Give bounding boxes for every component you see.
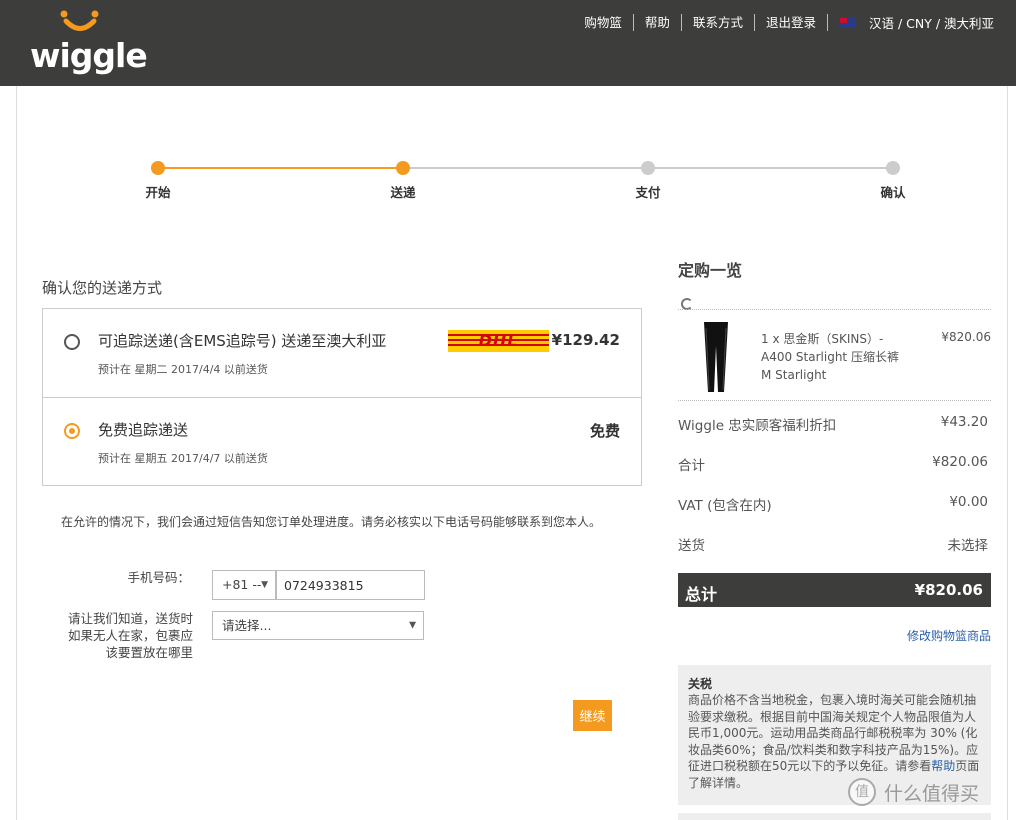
tax-title: 关税 (688, 677, 713, 691)
product-image[interactable] (700, 320, 732, 394)
step-label-delivery: 送递 (390, 185, 416, 200)
summary-row-value: 未选择 (947, 538, 989, 554)
product-price: ¥820.06 (941, 330, 991, 344)
radio-dhl[interactable] (64, 334, 80, 350)
watermark-icon: 值 (848, 778, 876, 806)
divider (678, 309, 991, 310)
place-select[interactable]: 请选择... ▼ (212, 611, 424, 640)
progress-dot-payment (641, 161, 655, 175)
summary-row-label: Wiggle 忠实顾客福利折扣 (678, 418, 837, 434)
order-summary-title: 定购一览 (678, 261, 743, 280)
chevron-down-icon: ▼ (261, 580, 268, 590)
option-eta: 预计在 星期五 2017/4/7 以前送货 (98, 452, 268, 465)
logo-text: wiggle (30, 36, 148, 75)
delivery-option-free[interactable]: 免费追踪递送 预计在 星期五 2017/4/7 以前送货 免费 (43, 397, 641, 485)
nav-logout[interactable]: 退出登录 (755, 14, 828, 31)
country-code-select[interactable]: +81 -- ▼ (212, 570, 276, 600)
summary-row-value: ¥0.00 (949, 494, 988, 510)
summary-row-label: 送货 (678, 538, 705, 554)
nav-help[interactable]: 帮助 (634, 14, 682, 31)
summary-row-value: ¥820.06 (932, 454, 988, 470)
dhl-logo: DHL (448, 330, 549, 352)
option-eta: 预计在 星期二 2017/4/4 以前送货 (98, 363, 268, 376)
progress-dot-delivery (396, 161, 410, 175)
progress-dot-confirm (886, 161, 900, 175)
logo-smile-icon (60, 10, 99, 31)
site-header: wiggle 购物篮 帮助 联系方式 退出登录 汉语 / CNY / 澳大利亚 (0, 0, 1016, 86)
divider (678, 400, 991, 401)
watermark-text: 什么值得买 (884, 782, 980, 805)
next-panel-edge (678, 813, 991, 820)
summary-row-value: ¥43.20 (940, 414, 988, 430)
total-label: 总计 (685, 585, 718, 604)
product-description[interactable]: 1 x 思金斯（SKINS）- A400 Starlight 压缩长裤 M St… (761, 330, 901, 384)
delivery-options: 可追踪送递(含EMS追踪号) 送递至澳大利亚 预计在 星期二 2017/4/4 … (42, 308, 642, 486)
continue-button[interactable]: 继续 (573, 700, 612, 731)
edit-basket-link[interactable]: 修改购物篮商品 (907, 627, 991, 644)
help-link[interactable]: 帮助 (931, 759, 955, 773)
step-label-start: 开始 (145, 185, 171, 200)
wiggle-logo[interactable]: wiggle (30, 10, 148, 76)
country-code-value: +81 -- (222, 577, 262, 592)
phone-label: 手机号码： (127, 570, 190, 585)
dhl-logo-text: DHL (478, 331, 519, 350)
option-title: 可追踪送递(含EMS追踪号) 送递至澳大利亚 (98, 332, 387, 350)
progress-dot-start (151, 161, 165, 175)
locale-selector[interactable]: 汉语 / CNY / 澳大利亚 (869, 13, 994, 32)
option-price: 免费 (589, 422, 620, 440)
step-label-payment: 支付 (635, 185, 661, 200)
chevron-down-icon: ▼ (409, 620, 416, 630)
progress-line-done (158, 167, 403, 169)
option-price: ¥129.42 (551, 331, 620, 349)
option-title: 免费追踪递送 (98, 421, 189, 439)
total-value: ¥820.06 (914, 581, 983, 599)
place-select-value: 请选择... (222, 618, 272, 633)
delivery-section-title: 确认您的送递方式 (42, 279, 163, 297)
delivery-option-dhl[interactable]: 可追踪送递(含EMS追踪号) 送递至澳大利亚 预计在 星期二 2017/4/4 … (43, 309, 641, 397)
tax-text: 商品价格不含当地税金，包裹入境时海关可能会随机抽验要求缴税。根据目前中国海关规定… (688, 692, 981, 791)
radio-free[interactable] (64, 423, 80, 439)
watermark: 值 什么值得买 (848, 778, 979, 806)
summary-row-label: VAT (包含在内) (678, 498, 772, 514)
australia-flag-icon (839, 17, 855, 28)
sms-notice: 在允许的情况下，我们会通过短信告知您订单处理进度。请务必核实以下电话号码能够联系… (61, 515, 602, 529)
phone-input[interactable] (276, 570, 425, 600)
top-navigation: 购物篮 帮助 联系方式 退出登录 汉语 / CNY / 澳大利亚 (573, 13, 994, 32)
step-label-confirm: 确认 (880, 185, 906, 200)
place-label: 请让我们知道，送货时如果无人在家，包裹应该要置放在哪里 (67, 611, 193, 660)
nav-basket[interactable]: 购物篮 (573, 14, 634, 31)
summary-row-label: 合计 (678, 458, 705, 474)
order-total-bar: 总计 ¥820.06 (678, 573, 991, 607)
nav-contact[interactable]: 联系方式 (682, 14, 755, 31)
